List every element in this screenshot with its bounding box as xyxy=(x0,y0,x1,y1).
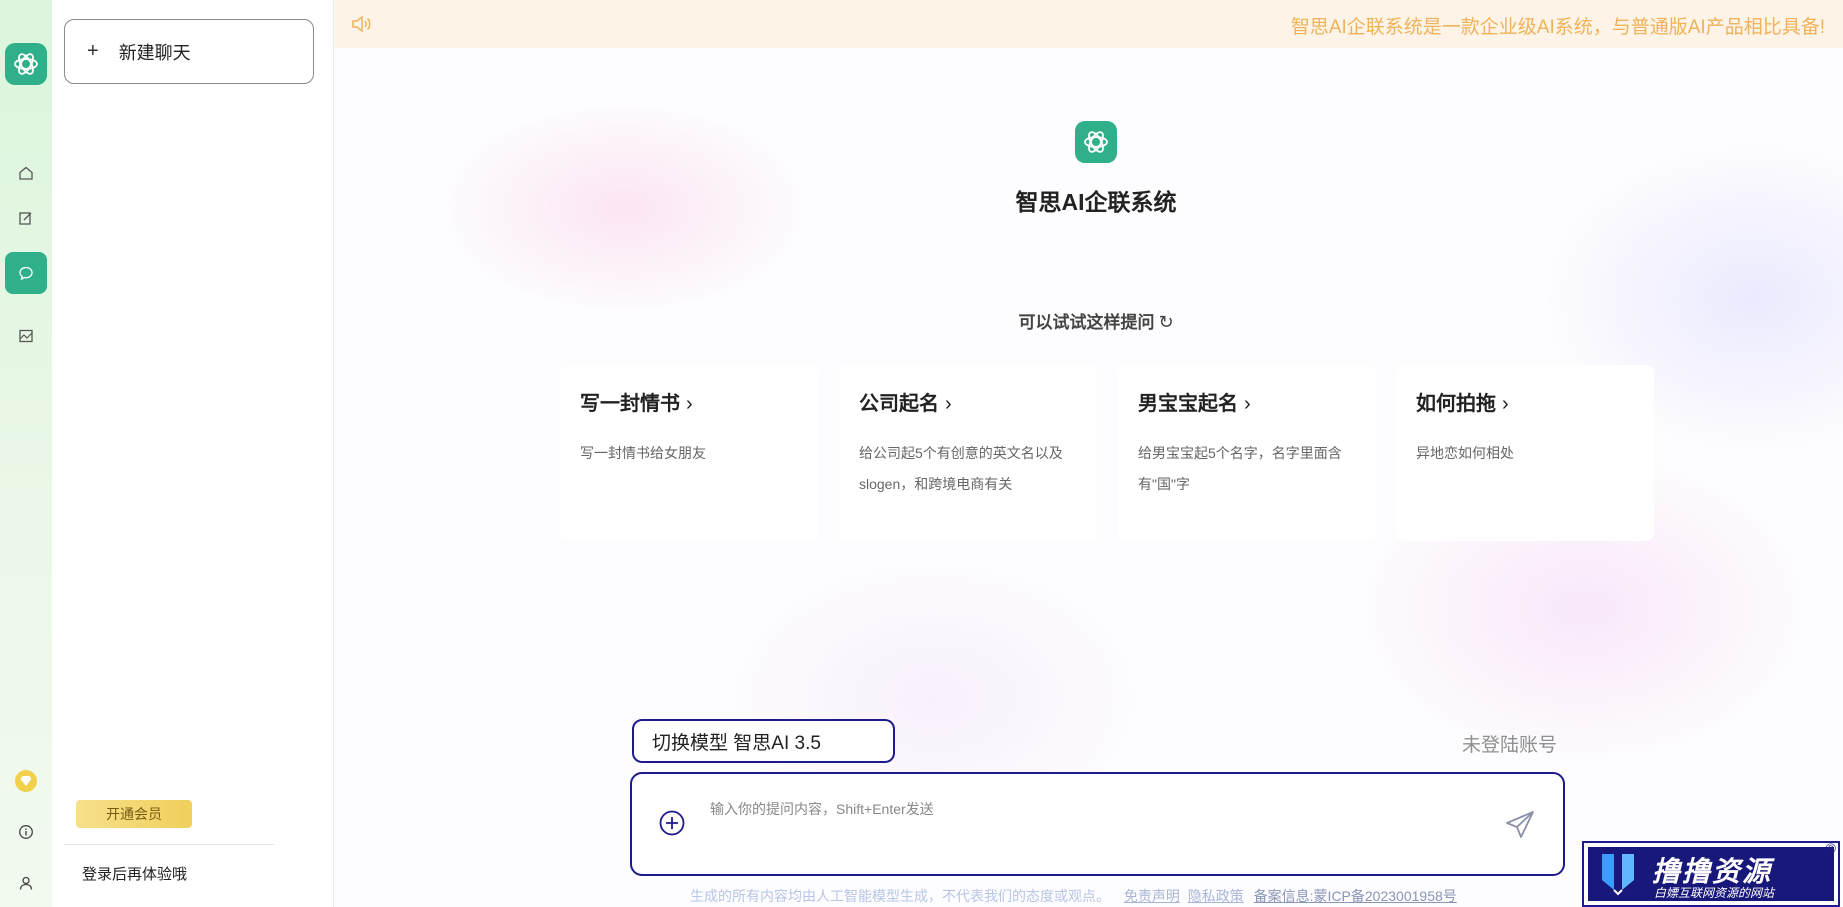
card-desc: 给公司起5个有创意的英文名以及slogen，和跨境电商有关 xyxy=(859,445,1063,492)
card-title-text: 如何拍拖 xyxy=(1416,393,1496,415)
user-icon[interactable] xyxy=(5,862,47,904)
main-area: 智思AI企联系统 可以试试这样提问 ↻ 写一封情书 › 写一封情书给女朋友 公司起名… xyxy=(334,48,1843,907)
speaker-icon xyxy=(350,13,372,40)
card-desc: 给男宝宝起5个名字，名字里面含有"国"字 xyxy=(1138,445,1342,492)
new-chat-button[interactable]: + 新建聊天 xyxy=(64,19,314,84)
card-title-text: 男宝宝起名 xyxy=(1138,393,1238,415)
vip-diamond-icon[interactable] xyxy=(5,760,47,802)
sidebar: + 新建聊天 开通会员 登录后再体验哦 xyxy=(52,0,334,907)
center-logo-icon xyxy=(1075,121,1117,163)
card-title: 如何拍拖 › xyxy=(1416,387,1634,416)
suggestion-card[interactable]: 男宝宝起名 › 给男宝宝起5个名字，名字里面含有"国"字 xyxy=(1118,365,1376,541)
login-prompt[interactable]: 登录后再体验哦 xyxy=(82,863,187,884)
model-switch-button[interactable]: 切换模型 智思AI 3.5 xyxy=(632,719,895,763)
chat-icon[interactable] xyxy=(5,252,47,294)
suggest-label-text: 可以试试这样提问 xyxy=(1018,313,1155,332)
chevron-right-icon: › xyxy=(1244,393,1251,415)
announcement-banner: 智思AI企联系统是一款企业级AI系统，与普通版AI产品相比具备! xyxy=(334,0,1843,48)
suggest-label: 可以试试这样提问 ↻ xyxy=(946,308,1246,333)
registered-mark: ® xyxy=(1825,840,1836,856)
footer: 生成的所有内容均由人工智能模型生成，不代表我们的态度或观点。 免责声明 隐私政策… xyxy=(690,886,1457,906)
card-title-text: 公司起名 xyxy=(859,393,939,415)
card-title-text: 写一封情书 xyxy=(580,393,680,415)
send-icon[interactable] xyxy=(1504,809,1536,841)
watermark-subtitle: 白嫖互联网资源的网站 xyxy=(1654,886,1775,900)
account-status: 未登陆账号 xyxy=(1462,735,1558,756)
card-title: 写一封情书 › xyxy=(580,387,798,416)
watermark: 撸撸资源 白嫖互联网资源的网站 ® xyxy=(1582,840,1840,907)
home-icon[interactable] xyxy=(5,152,47,194)
app-title: 智思AI企联系统 xyxy=(1015,189,1177,215)
refresh-icon[interactable]: ↻ xyxy=(1158,312,1173,332)
new-chat-label: 新建聊天 xyxy=(118,42,191,63)
icp-link[interactable]: 备案信息:蒙ICP备2023001958号 xyxy=(1254,888,1457,904)
suggestion-card[interactable]: 公司起名 › 给公司起5个有创意的英文名以及slogen，和跨境电商有关 xyxy=(839,365,1097,541)
chevron-right-icon: › xyxy=(1502,393,1509,415)
card-title: 公司起名 › xyxy=(859,387,1077,416)
suggestion-card[interactable]: 写一封情书 › 写一封情书给女朋友 xyxy=(560,365,818,541)
card-desc: 写一封情书给女朋友 xyxy=(580,445,706,461)
card-title: 男宝宝起名 › xyxy=(1138,387,1356,416)
chat-input[interactable] xyxy=(710,796,1470,822)
banner-text: 智思AI企联系统是一款企业级AI系统，与普通版AI产品相比具备! xyxy=(1290,17,1825,38)
card-desc: 异地恋如何相处 xyxy=(1416,445,1514,461)
image-icon[interactable] xyxy=(5,315,47,357)
privacy-link[interactable]: 隐私政策 xyxy=(1188,888,1244,904)
suggestion-card[interactable]: 如何拍拖 › 异地恋如何相处 xyxy=(1396,365,1654,541)
edit-icon[interactable] xyxy=(5,197,47,239)
vip-button[interactable]: 开通会员 xyxy=(76,800,192,828)
app-logo-icon[interactable] xyxy=(5,43,47,85)
chevron-right-icon: › xyxy=(945,393,952,415)
add-attachment-icon[interactable] xyxy=(658,809,686,837)
icon-rail xyxy=(0,0,52,907)
chevron-right-icon: › xyxy=(686,393,693,415)
sidebar-divider xyxy=(64,844,274,845)
disclaimer-link[interactable]: 免责声明 xyxy=(1124,888,1180,904)
chat-input-box xyxy=(630,772,1565,876)
plus-icon: + xyxy=(87,40,99,62)
info-icon[interactable] xyxy=(5,811,47,853)
watermark-logo-icon xyxy=(1602,854,1634,896)
footer-disclaimer: 生成的所有内容均由人工智能模型生成，不代表我们的态度或观点。 xyxy=(690,888,1110,904)
watermark-inner: 撸撸资源 白嫖互联网资源的网站 xyxy=(1588,847,1834,901)
